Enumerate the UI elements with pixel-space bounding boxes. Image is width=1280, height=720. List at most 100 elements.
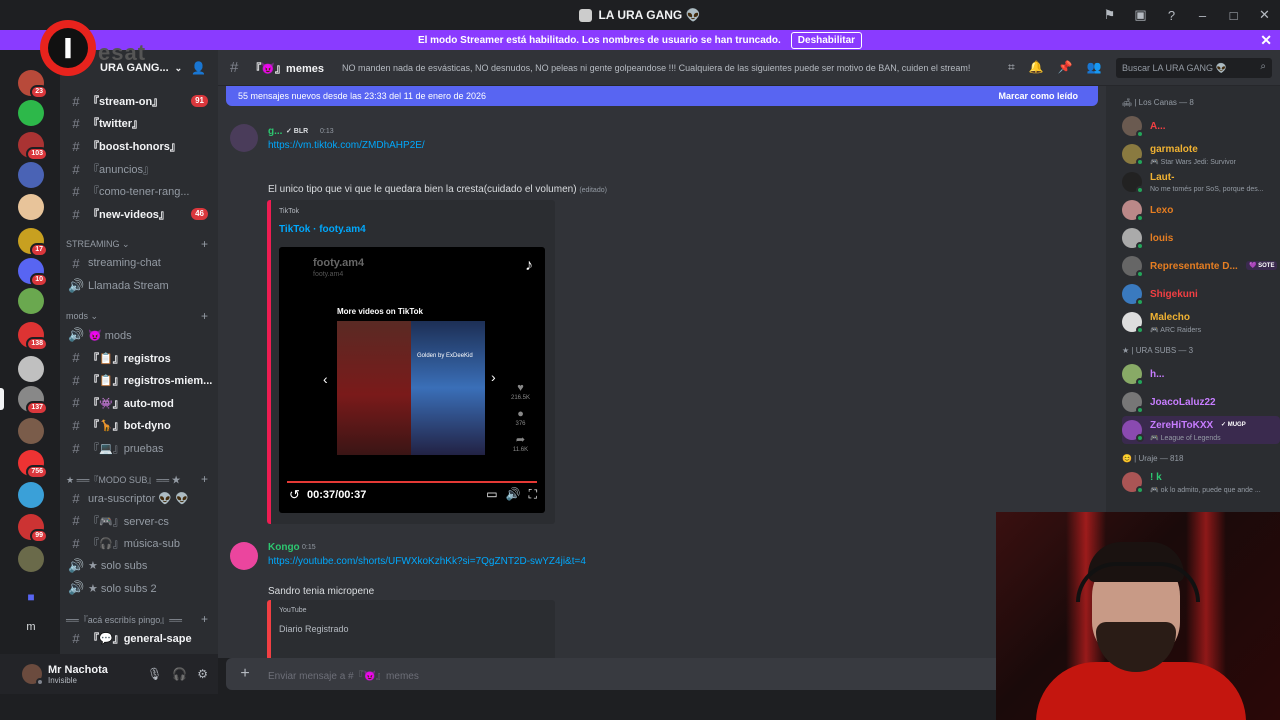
maximize-button[interactable]: □ [1218, 0, 1249, 30]
threads-icon[interactable]: ⌗ [1008, 60, 1015, 75]
server-icon[interactable]: m [18, 614, 44, 640]
video-player[interactable]: footy.am4 footy.am4 ♪ More videos on Tik… [279, 247, 545, 513]
avatar[interactable] [22, 664, 44, 686]
minimize-button[interactable]: – [1187, 0, 1218, 30]
member-item[interactable]: A... [1122, 112, 1280, 140]
channel-item[interactable]: ▸ # 『💬』general-sape [60, 627, 218, 649]
channel-item[interactable]: ▸ # 『new-videos』 46 [60, 203, 218, 225]
member-item[interactable]: Malecho 🎮 ARC Raiders [1122, 308, 1280, 336]
member-item[interactable]: JoacoLaluz22 [1122, 388, 1280, 416]
message-author[interactable]: g... [268, 126, 282, 137]
help-icon[interactable]: ? [1156, 0, 1187, 30]
members-icon[interactable]: 👥 [1087, 60, 1102, 75]
channel-category[interactable]: mods ⌄ + [66, 307, 218, 325]
channel-item[interactable]: ▸ # 『📋』registros [60, 347, 218, 369]
search-input[interactable]: Buscar LA URA GANG 👽 ⌕ [1116, 58, 1272, 78]
member-item[interactable]: garmalote 🎮 Star Wars Jedi: Survivor [1122, 140, 1280, 168]
member-item[interactable]: louis [1122, 224, 1280, 252]
message-composer[interactable]: + Enviar mensaje a #『😈』memes [226, 658, 1106, 690]
server-icon[interactable] [18, 100, 44, 126]
message-author[interactable]: Kongo [268, 542, 300, 553]
folder-icon[interactable]: ■ [18, 584, 44, 610]
server-icon[interactable]: 756 [18, 450, 48, 479]
server-icon[interactable]: 23 [18, 70, 48, 99]
server-icon[interactable]: 17 [18, 228, 48, 257]
channel-item[interactable]: ▸ # 『stream-on』 91 [60, 90, 218, 112]
server-icon[interactable]: 138 [18, 322, 48, 351]
server-icon[interactable] [18, 482, 44, 508]
heart-icon[interactable]: ♥ [511, 383, 530, 394]
channel-item[interactable]: # 『💻』pruebas [60, 437, 218, 459]
member-item[interactable]: Representante D... 💜 SOTE [1122, 252, 1280, 280]
server-icon[interactable] [18, 418, 44, 444]
server-icon[interactable]: 137 [18, 386, 48, 415]
server-icon[interactable] [18, 194, 44, 220]
channel-item[interactable]: 🔊 ★ solo subs 2 [60, 577, 218, 599]
chevron-left-icon[interactable]: ‹ [323, 371, 328, 387]
screen-icon[interactable]: ▣ [1125, 0, 1156, 30]
video-thumbnail[interactable] [411, 321, 485, 455]
message-area[interactable]: 55 mensajes nuevos desde las 23:33 del 1… [218, 86, 1106, 658]
fullscreen-icon[interactable]: ⛶ [529, 487, 537, 502]
channel-category[interactable]: STREAMING ⌄ + [66, 235, 218, 253]
video-thumbnail[interactable] [337, 321, 411, 455]
member-item[interactable]: Lexo [1122, 196, 1280, 224]
channel-item[interactable]: ▸ # 『boost-honors』 [60, 135, 218, 157]
replay-icon[interactable]: ↺ [289, 487, 300, 503]
channel-category[interactable]: ★ ══『MODO SUB』══ ★ + [66, 470, 218, 488]
member-item[interactable]: ! k 🎮 ok lo admito, puede que ande ... [1122, 468, 1280, 496]
headphones-icon[interactable]: 🎧 [172, 667, 187, 681]
chevron-right-icon[interactable]: › [491, 369, 496, 385]
channel-item[interactable]: # 『anuncios』 [60, 158, 218, 180]
channel-item[interactable]: ▸ # 『🦒』bot-dyno [60, 414, 218, 436]
embed-title[interactable]: Diario Registrado [279, 624, 349, 634]
close-button[interactable]: ✕ [1249, 0, 1280, 30]
add-channel-icon[interactable]: + [201, 309, 208, 323]
message-link[interactable]: https://vm.tiktok.com/ZMDhAHP2E/ [268, 140, 425, 151]
new-messages-bar[interactable]: 55 mensajes nuevos desde las 23:33 del 1… [226, 86, 1098, 106]
close-icon[interactable]: ✕ [1260, 32, 1272, 49]
channel-item[interactable]: # 『🎧』música-sub [60, 532, 218, 554]
mark-read-button[interactable]: Marcar como leído [998, 91, 1078, 101]
add-channel-icon[interactable]: + [201, 237, 208, 251]
channel-item[interactable]: 🔊 Llamada Stream [60, 275, 218, 297]
channel-item[interactable]: 🔊 ★ solo subs [60, 555, 218, 577]
channel-item[interactable]: ▸ # 『twitter』 [60, 112, 218, 134]
avatar[interactable] [230, 542, 258, 570]
inbox-icon[interactable]: ⚑ [1094, 0, 1125, 30]
embed-title[interactable]: TikTok · footy.am4 [279, 224, 366, 235]
member-item[interactable]: ZereHiToKXX 🎮 League of Legends ✓ MUGP [1122, 416, 1280, 444]
server-icon[interactable]: 99 [18, 514, 48, 543]
channel-category[interactable]: ══『acá escribís pingo』══ + [66, 610, 218, 628]
add-attachment-icon[interactable]: + [236, 665, 254, 683]
bell-icon[interactable]: 🔔 [1029, 60, 1044, 75]
message-link[interactable]: https://youtube.com/shorts/UFWXkoKzhKk?s… [268, 556, 586, 567]
settings-gear-icon[interactable]: ⚙ [197, 667, 208, 681]
member-item[interactable]: Laut- No me tomés por SoS, porque des... [1122, 168, 1280, 196]
channel-item[interactable]: ▸ # 『📋』registros-miem... [60, 369, 218, 391]
share-icon[interactable]: ➦ [511, 435, 530, 446]
add-channel-icon[interactable]: + [201, 612, 208, 626]
disable-streamer-button[interactable]: Deshabilitar [790, 31, 863, 49]
channel-item[interactable]: ▸ # 『👾』auto-mod [60, 392, 218, 414]
channel-item[interactable]: # 『como-tener-rang... [60, 180, 218, 202]
server-icon[interactable]: 103 [18, 132, 48, 161]
server-icon[interactable] [18, 162, 44, 188]
channel-item[interactable]: # streaming-chat [60, 252, 218, 274]
add-user-icon[interactable]: 👤 [191, 61, 206, 75]
channel-item[interactable]: # ura-suscriptor 👽 👽 [60, 487, 218, 509]
captions-icon[interactable]: ▭ [486, 487, 497, 502]
video-progress-bar[interactable] [287, 481, 537, 483]
server-icon[interactable] [18, 288, 44, 314]
channel-item[interactable]: # 『🎮』server-cs [60, 510, 218, 532]
server-icon[interactable]: 10 [18, 258, 48, 287]
add-channel-icon[interactable]: + [201, 472, 208, 486]
volume-icon[interactable]: 🔊 [506, 487, 521, 502]
channel-item[interactable]: 🔊 😈 mods [60, 324, 218, 346]
microphone-icon[interactable]: 🎙 [147, 667, 162, 681]
server-icon[interactable] [18, 356, 44, 382]
comment-icon[interactable]: ● [511, 409, 530, 420]
member-item[interactable]: Shigekuni [1122, 280, 1280, 308]
pin-icon[interactable]: 📌 [1058, 60, 1073, 75]
channel-topic[interactable]: NO manden nada de esvásticas, NO desnudo… [342, 63, 970, 73]
